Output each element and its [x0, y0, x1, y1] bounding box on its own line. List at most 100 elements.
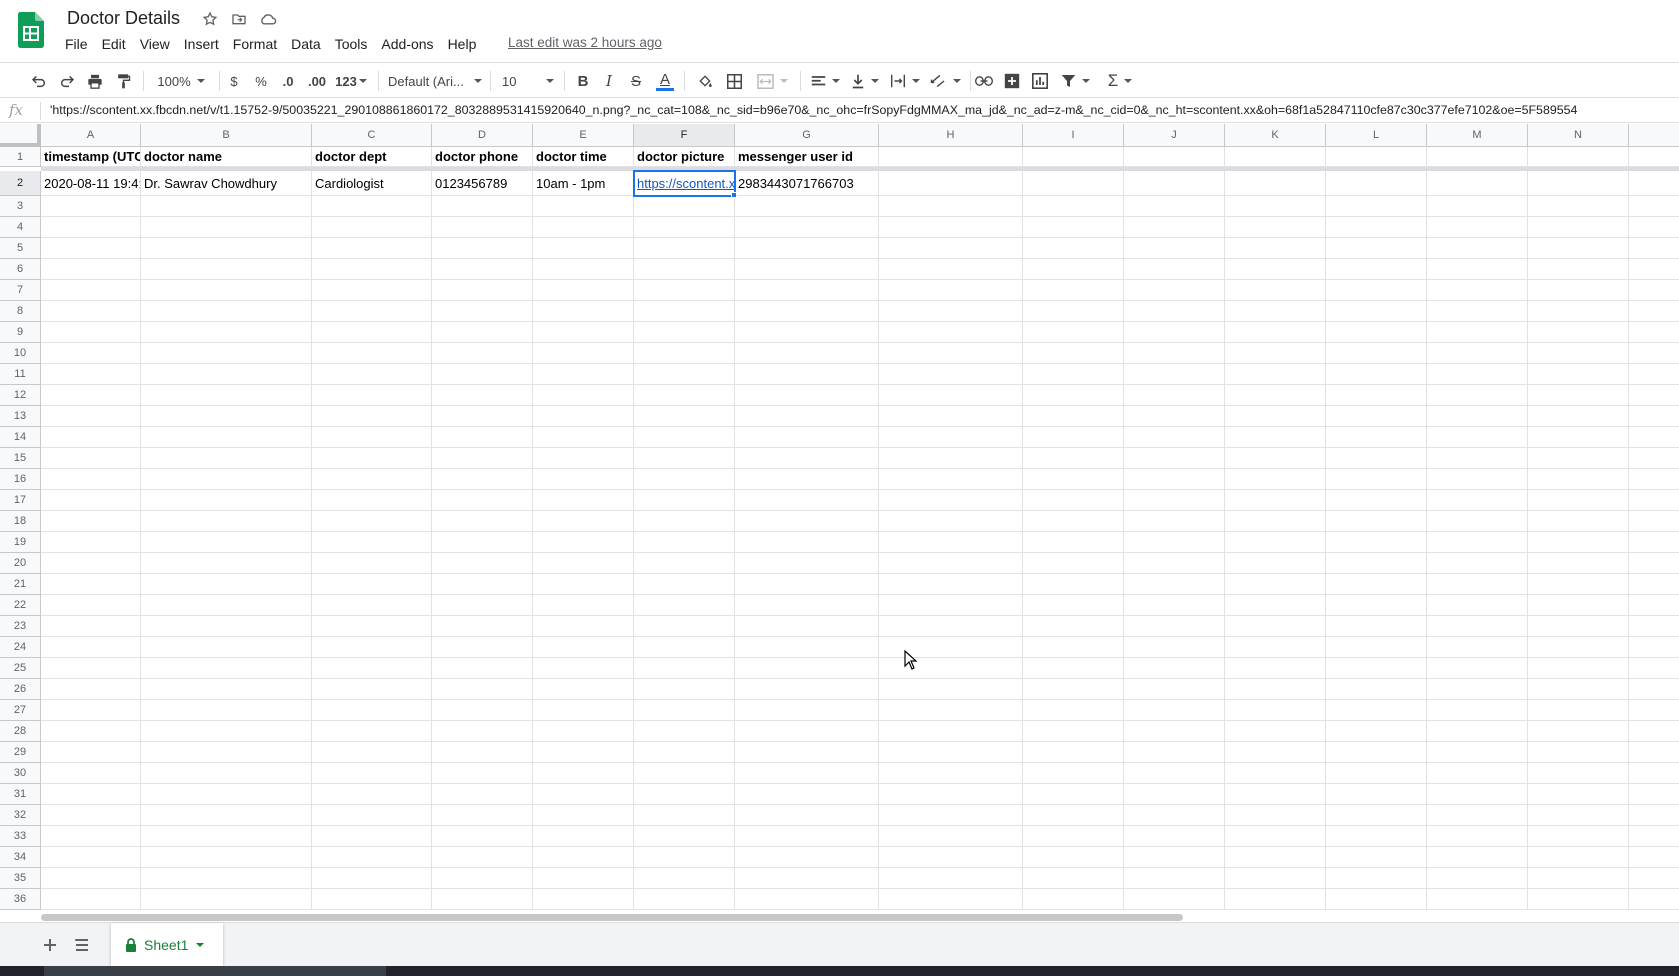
- header-cell[interactable]: messenger user id: [735, 147, 879, 167]
- table-cell[interactable]: [1528, 448, 1629, 469]
- table-cell[interactable]: [1528, 511, 1629, 532]
- table-cell[interactable]: [533, 742, 634, 763]
- table-cell[interactable]: [141, 406, 312, 427]
- table-cell[interactable]: [141, 532, 312, 553]
- table-cell[interactable]: [1225, 574, 1326, 595]
- table-cell[interactable]: [432, 742, 533, 763]
- table-cell[interactable]: [312, 574, 432, 595]
- table-cell[interactable]: [533, 532, 634, 553]
- table-cell[interactable]: [41, 385, 141, 406]
- table-cell[interactable]: [141, 574, 312, 595]
- table-cell[interactable]: [141, 847, 312, 868]
- table-cell[interactable]: [1427, 826, 1528, 847]
- table-cell[interactable]: [735, 301, 879, 322]
- table-cell[interactable]: [634, 343, 735, 364]
- table-cell[interactable]: [634, 742, 735, 763]
- table-cell[interactable]: [312, 427, 432, 448]
- table-cell[interactable]: [432, 385, 533, 406]
- row-header[interactable]: 15: [0, 448, 41, 469]
- table-cell[interactable]: [735, 784, 879, 805]
- table-cell[interactable]: [1225, 427, 1326, 448]
- table-cell[interactable]: [1023, 805, 1124, 826]
- table-cell[interactable]: [1629, 385, 1679, 406]
- table-cell[interactable]: [879, 532, 1023, 553]
- table-cell[interactable]: [1023, 868, 1124, 889]
- table-cell[interactable]: [41, 196, 141, 217]
- table-cell[interactable]: [41, 889, 141, 910]
- table-cell[interactable]: [533, 637, 634, 658]
- table-cell[interactable]: [1427, 742, 1528, 763]
- table-cell[interactable]: [432, 847, 533, 868]
- table-cell[interactable]: [432, 301, 533, 322]
- decrease-decimal-button[interactable]: .0: [278, 69, 298, 93]
- row-header[interactable]: 12: [0, 385, 41, 406]
- table-cell[interactable]: [1326, 889, 1427, 910]
- table-cell[interactable]: [879, 553, 1023, 574]
- table-cell[interactable]: [1225, 616, 1326, 637]
- table-cell[interactable]: [1326, 385, 1427, 406]
- table-cell[interactable]: [1629, 616, 1679, 637]
- table-cell[interactable]: [879, 700, 1023, 721]
- table-cell[interactable]: [1427, 406, 1528, 427]
- table-cell[interactable]: [432, 553, 533, 574]
- table-cell[interactable]: [432, 406, 533, 427]
- table-cell[interactable]: [432, 196, 533, 217]
- table-cell[interactable]: [1225, 784, 1326, 805]
- table-cell[interactable]: [312, 259, 432, 280]
- table-cell[interactable]: [1629, 847, 1679, 868]
- table-cell[interactable]: [634, 868, 735, 889]
- column-header[interactable]: G: [735, 124, 879, 147]
- table-cell[interactable]: [879, 385, 1023, 406]
- table-cell[interactable]: [1124, 469, 1225, 490]
- table-cell[interactable]: [1629, 805, 1679, 826]
- column-header[interactable]: J: [1124, 124, 1225, 147]
- table-cell[interactable]: [1124, 238, 1225, 259]
- table-cell[interactable]: [1124, 301, 1225, 322]
- table-cell[interactable]: [634, 217, 735, 238]
- table-cell[interactable]: [879, 511, 1023, 532]
- table-cell[interactable]: [735, 406, 879, 427]
- table-cell[interactable]: [1124, 364, 1225, 385]
- table-cell[interactable]: [735, 343, 879, 364]
- table-cell[interactable]: [432, 511, 533, 532]
- table-cell[interactable]: [533, 616, 634, 637]
- table-cell[interactable]: [312, 217, 432, 238]
- table-cell[interactable]: [312, 679, 432, 700]
- table-cell[interactable]: [312, 616, 432, 637]
- table-cell[interactable]: [533, 427, 634, 448]
- table-cell[interactable]: [1528, 616, 1629, 637]
- table-cell[interactable]: [432, 868, 533, 889]
- table-cell[interactable]: [634, 700, 735, 721]
- table-cell[interactable]: [141, 889, 312, 910]
- move-folder-icon[interactable]: [229, 9, 249, 29]
- table-cell[interactable]: [312, 385, 432, 406]
- table-cell[interactable]: [141, 322, 312, 343]
- table-cell[interactable]: [432, 574, 533, 595]
- table-cell[interactable]: [1427, 700, 1528, 721]
- table-cell[interactable]: [1023, 343, 1124, 364]
- table-cell[interactable]: [735, 553, 879, 574]
- table-cell[interactable]: Cardiologist: [312, 171, 432, 196]
- table-cell[interactable]: [41, 595, 141, 616]
- table-cell[interactable]: [1427, 805, 1528, 826]
- table-cell[interactable]: [533, 721, 634, 742]
- table-cell[interactable]: [1629, 469, 1679, 490]
- table-cell[interactable]: [1124, 742, 1225, 763]
- table-cell[interactable]: [533, 322, 634, 343]
- insert-chart-icon[interactable]: [1028, 69, 1052, 93]
- table-cell[interactable]: [41, 448, 141, 469]
- table-cell[interactable]: Dr. Sawrav Chowdhury: [141, 171, 312, 196]
- table-cell[interactable]: [634, 679, 735, 700]
- table-cell[interactable]: [533, 196, 634, 217]
- table-cell[interactable]: [1326, 553, 1427, 574]
- table-cell[interactable]: [1124, 658, 1225, 679]
- table-cell[interactable]: [312, 448, 432, 469]
- table-cell[interactable]: [1528, 868, 1629, 889]
- row-header[interactable]: 11: [0, 364, 41, 385]
- menu-edit[interactable]: Edit: [95, 33, 133, 55]
- table-cell[interactable]: [1225, 763, 1326, 784]
- table-cell[interactable]: [735, 805, 879, 826]
- table-cell[interactable]: [141, 259, 312, 280]
- merge-cells-icon[interactable]: [752, 69, 792, 93]
- table-cell[interactable]: [735, 826, 879, 847]
